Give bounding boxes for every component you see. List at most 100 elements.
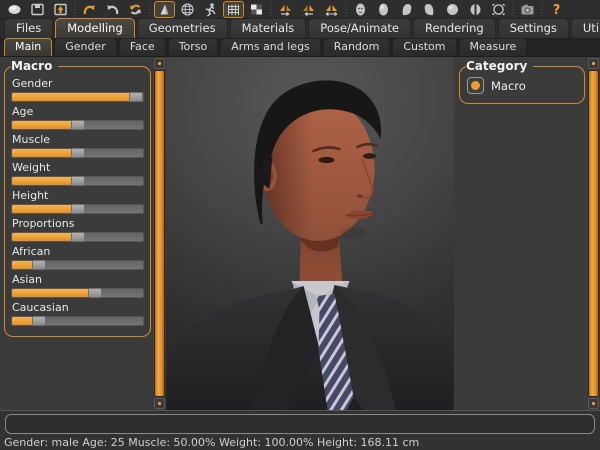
- scrollbar-thumb[interactable]: [588, 70, 599, 397]
- tab-modelling[interactable]: Modelling: [55, 18, 135, 38]
- scroll-down-button[interactable]: [588, 398, 599, 409]
- slider-handle-asian[interactable]: [88, 288, 102, 298]
- slider-track-african[interactable]: [11, 260, 144, 270]
- slider-track-height[interactable]: [11, 204, 144, 214]
- slider-track-caucasian[interactable]: [11, 316, 144, 326]
- slider-handle-height[interactable]: [71, 204, 85, 214]
- front-view-icon[interactable]: [373, 1, 394, 18]
- slider-track-muscle[interactable]: [11, 148, 144, 158]
- tab-utilities[interactable]: Utilities: [571, 18, 600, 38]
- category-group-title: Category: [466, 59, 533, 73]
- tab-files[interactable]: Files: [4, 18, 53, 38]
- subtab-random[interactable]: Random: [323, 38, 391, 56]
- left-panel-scrollbar: [153, 57, 166, 410]
- redo-icon[interactable]: [102, 1, 123, 18]
- tab-rendering[interactable]: Rendering: [413, 18, 496, 38]
- slider-label: Caucasian: [12, 301, 144, 314]
- mesh-icon[interactable]: [4, 1, 25, 18]
- subtab-measure[interactable]: Measure: [459, 38, 528, 56]
- slider-track-age[interactable]: [11, 120, 144, 130]
- radio-dot: [471, 81, 480, 90]
- scrollbar-thumb[interactable]: [154, 70, 165, 397]
- right-panel: Category Macro: [454, 57, 587, 410]
- tab-pose-animate[interactable]: Pose/Animate: [308, 18, 411, 38]
- slider-proportions: Proportions: [11, 217, 144, 242]
- subtab-gender[interactable]: Gender: [54, 38, 117, 56]
- scroll-up-button[interactable]: [588, 58, 599, 69]
- left-profile-view-icon[interactable]: [419, 1, 440, 18]
- save-icon[interactable]: [27, 1, 48, 18]
- 3d-viewport[interactable]: [166, 57, 454, 410]
- slider-track-weight[interactable]: [11, 176, 144, 186]
- slider-fill: [12, 177, 78, 185]
- help-icon[interactable]: ?: [546, 1, 567, 18]
- slider-fill: [12, 205, 78, 213]
- tab-geometries[interactable]: Geometries: [137, 18, 228, 38]
- slider-track-asian[interactable]: [11, 288, 144, 298]
- left-panel: Macro GenderAgeMuscleWeightHeightProport…: [0, 57, 153, 410]
- right-profile-view-icon[interactable]: [396, 1, 417, 18]
- toolbar-separator: [540, 2, 544, 17]
- split-view-icon[interactable]: [465, 1, 486, 18]
- subtab-arms-and-legs[interactable]: Arms and legs: [220, 38, 321, 56]
- radio-label: Macro: [491, 79, 526, 93]
- slider-track-proportions[interactable]: [11, 232, 144, 242]
- category-group: Category Macro: [459, 59, 585, 104]
- slider-handle-african[interactable]: [32, 260, 46, 270]
- symmetry-left-icon[interactable]: [298, 1, 319, 18]
- slider-handle-weight[interactable]: [71, 176, 85, 186]
- subtab-face[interactable]: Face: [119, 38, 166, 56]
- background-checker-icon[interactable]: [246, 1, 267, 18]
- svg-text:?: ?: [553, 3, 561, 17]
- wireframe-icon[interactable]: [177, 1, 198, 18]
- slider-handle-caucasian[interactable]: [32, 316, 46, 326]
- tab-materials[interactable]: Materials: [230, 18, 307, 38]
- subtab-custom[interactable]: Custom: [392, 38, 456, 56]
- reload-icon[interactable]: [125, 1, 146, 18]
- progress-bar: [5, 414, 595, 434]
- grid-icon[interactable]: [223, 1, 244, 18]
- toolbar-separator: [73, 2, 77, 17]
- macro-group: Macro GenderAgeMuscleWeightHeightProport…: [4, 59, 151, 337]
- model-nostril: [357, 194, 363, 198]
- slider-label: Proportions: [12, 217, 144, 230]
- radio-button[interactable]: [467, 77, 484, 94]
- skeleton-icon[interactable]: [200, 1, 221, 18]
- slider-handle-age[interactable]: [71, 120, 85, 130]
- slider-handle-muscle[interactable]: [71, 148, 85, 158]
- slider-track-gender[interactable]: [11, 92, 144, 102]
- subtab-main[interactable]: Main: [4, 38, 52, 56]
- makehuman-window: ? FilesModellingGeometriesMaterialsPose/…: [0, 0, 600, 450]
- toolbar: ?: [0, 0, 600, 19]
- top-view-icon[interactable]: [442, 1, 463, 18]
- slider-handle-gender[interactable]: [129, 92, 143, 102]
- symmetry-right-icon[interactable]: [275, 1, 296, 18]
- slider-muscle: Muscle: [11, 133, 144, 158]
- content-area: Macro GenderAgeMuscleWeightHeightProport…: [0, 57, 600, 410]
- undo-icon[interactable]: [79, 1, 100, 18]
- human-model: [166, 57, 454, 410]
- slider-label: African: [12, 245, 144, 258]
- slider-fill: [12, 233, 78, 241]
- slider-label: Gender: [12, 77, 144, 90]
- bottom-bar: Gender: male Age: 25 Muscle: 50.00% Weig…: [0, 410, 600, 450]
- symmetry-both-icon[interactable]: [321, 1, 342, 18]
- category-option-macro[interactable]: Macro: [466, 75, 578, 96]
- slider-handle-proportions[interactable]: [71, 232, 85, 242]
- selection-ring-icon[interactable]: [488, 1, 509, 18]
- category-options: Macro: [466, 75, 578, 96]
- slider-label: Height: [12, 189, 144, 202]
- face-view-icon[interactable]: [350, 1, 371, 18]
- camera-icon[interactable]: [517, 1, 538, 18]
- slider-age: Age: [11, 105, 144, 130]
- toolbar-separator: [148, 2, 152, 17]
- slider-african: African: [11, 245, 144, 270]
- tab-settings[interactable]: Settings: [498, 18, 569, 38]
- scroll-up-button[interactable]: [154, 58, 165, 69]
- load-icon[interactable]: [50, 1, 71, 18]
- model-eye-left: [319, 157, 335, 163]
- smooth-icon[interactable]: [154, 1, 175, 18]
- scroll-down-button[interactable]: [154, 398, 165, 409]
- slider-height: Height: [11, 189, 144, 214]
- subtab-torso[interactable]: Torso: [168, 38, 219, 56]
